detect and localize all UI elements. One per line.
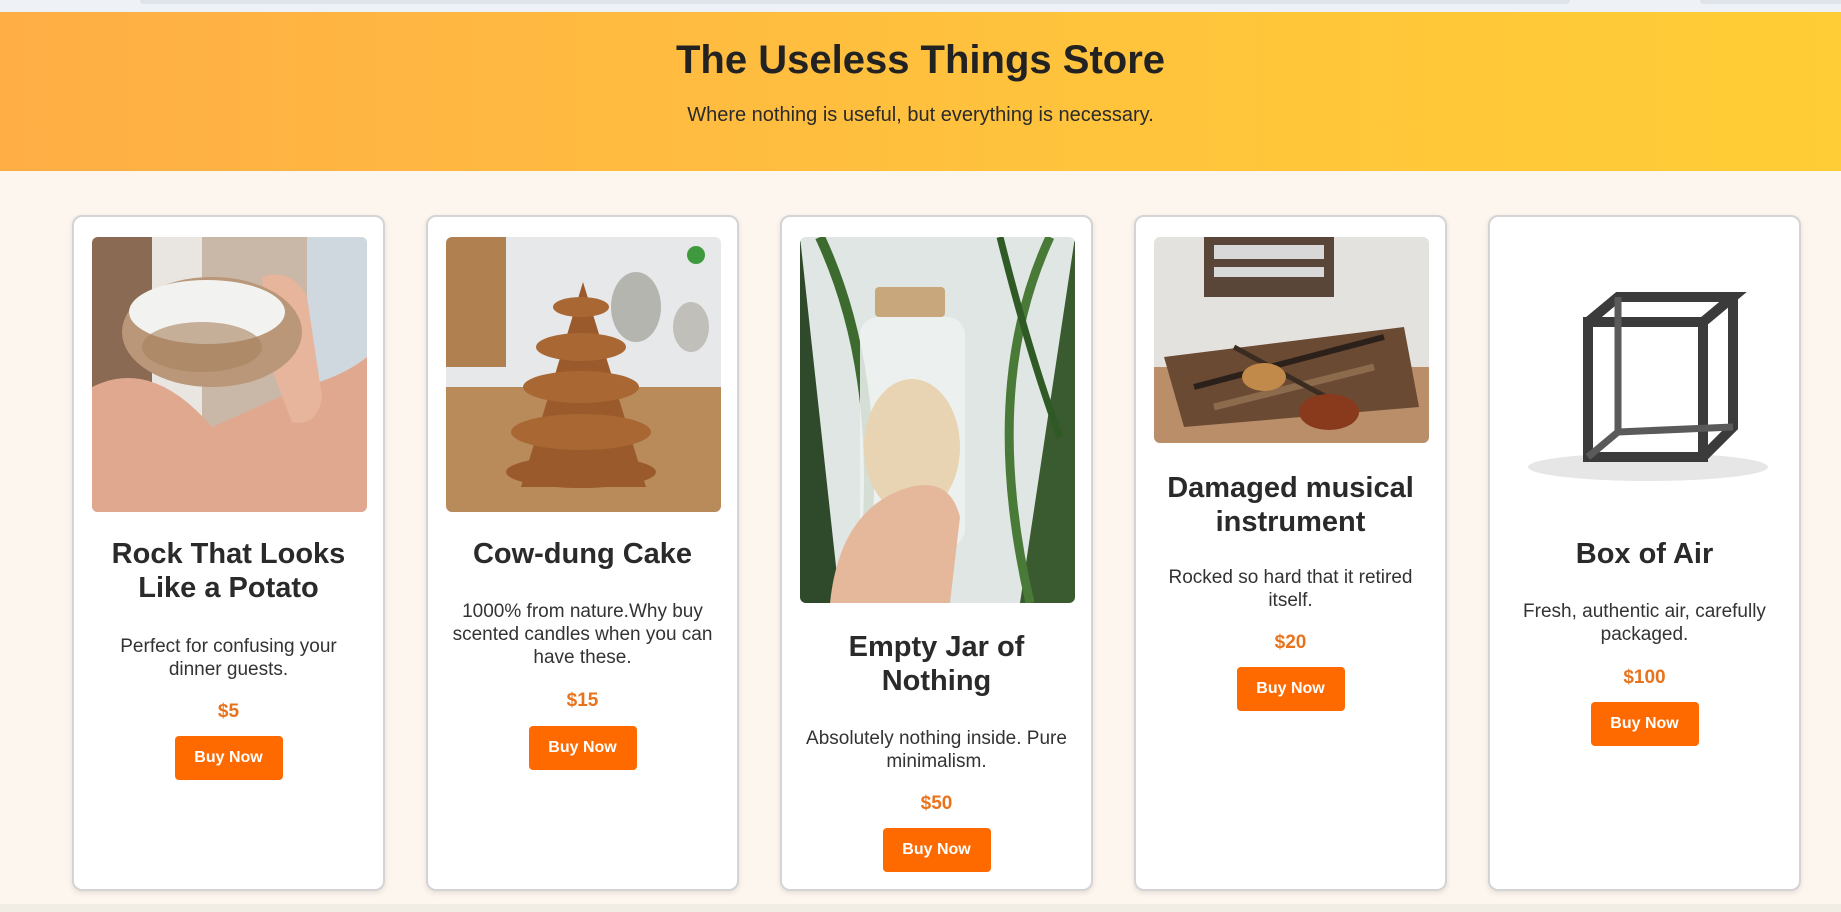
buy-now-button[interactable]: Buy Now bbox=[528, 726, 637, 770]
product-card-damaged-instrument: Damaged musical instrument Rocked so har… bbox=[1134, 215, 1447, 891]
product-image-box-of-air bbox=[1508, 237, 1783, 512]
product-image-cow-dung-cake bbox=[446, 237, 721, 512]
product-name: Rock That Looks Like a Potato bbox=[111, 538, 346, 604]
product-description: Perfect for confusing your dinner guests… bbox=[120, 636, 337, 680]
product-name: Damaged musical instrument bbox=[1167, 472, 1414, 538]
product-name: Empty Jar of Nothing bbox=[848, 631, 1025, 697]
product-description: Fresh, authentic air, carefully packaged… bbox=[1523, 601, 1766, 645]
product-image-empty-jar bbox=[800, 237, 1075, 603]
product-card-rock: Rock That Looks Like a Potato Perfect fo… bbox=[72, 215, 385, 891]
page-bottom-edge bbox=[0, 904, 1841, 912]
product-grid: Rock That Looks Like a Potato Perfect fo… bbox=[72, 215, 1806, 891]
buy-now-button[interactable]: Buy Now bbox=[882, 828, 991, 872]
product-image-rock bbox=[92, 237, 367, 512]
buy-now-button[interactable]: Buy Now bbox=[174, 736, 283, 780]
product-description: Rocked so hard that it retired itself. bbox=[1168, 567, 1413, 611]
product-price: $100 bbox=[1623, 667, 1666, 688]
product-name: Cow-dung Cake bbox=[472, 538, 693, 570]
product-price: $50 bbox=[920, 793, 953, 814]
browser-top-strip bbox=[0, 0, 1841, 12]
browser-tab-edge bbox=[140, 0, 1570, 4]
product-name: Box of Air bbox=[1575, 538, 1714, 570]
product-image-damaged-instrument bbox=[1154, 237, 1429, 443]
buy-now-button[interactable]: Buy Now bbox=[1590, 702, 1699, 746]
buy-now-button[interactable]: Buy Now bbox=[1236, 667, 1345, 711]
store-tagline: Where nothing is useful, but everything … bbox=[687, 104, 1154, 126]
store-title: The Useless Things Store bbox=[675, 38, 1166, 82]
browser-toolbar-edge bbox=[1700, 0, 1841, 4]
product-price: $5 bbox=[217, 701, 240, 722]
product-card-empty-jar: Empty Jar of Nothing Absolutely nothing … bbox=[780, 215, 1093, 891]
product-description: Absolutely nothing inside. Pure minimali… bbox=[806, 728, 1067, 772]
product-price: $15 bbox=[566, 690, 599, 711]
product-price: $20 bbox=[1274, 632, 1307, 653]
store-header: The Useless Things Store Where nothing i… bbox=[0, 12, 1841, 171]
product-card-cow-dung-cake: Cow-dung Cake 1000% from nature.Why buy … bbox=[426, 215, 739, 891]
product-card-box-of-air: Box of Air Fresh, authentic air, careful… bbox=[1488, 215, 1801, 891]
product-description: 1000% from nature.Why buy scented candle… bbox=[452, 601, 713, 668]
